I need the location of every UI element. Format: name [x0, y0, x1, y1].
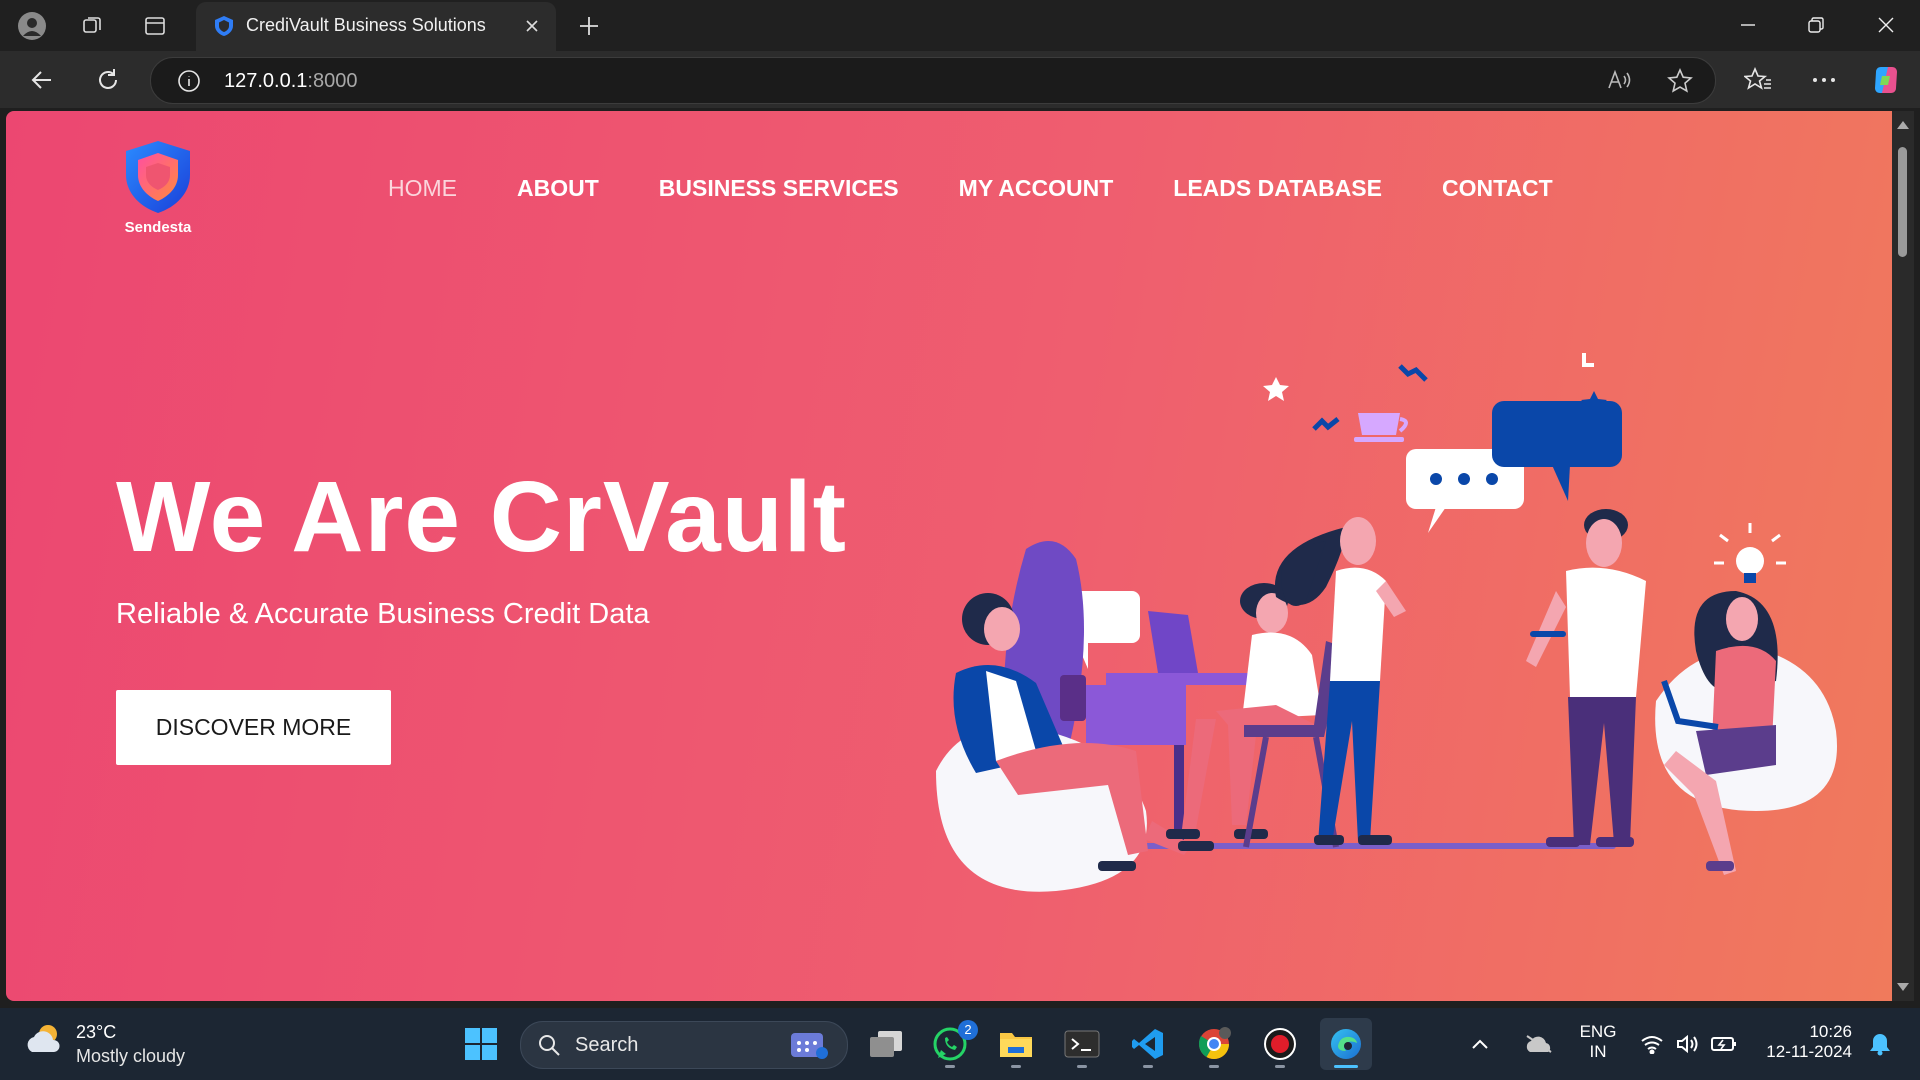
nav-my-account[interactable]: MY ACCOUNT — [959, 175, 1114, 202]
whatsapp-notification-badge: 2 — [958, 1020, 978, 1040]
tab-close-icon[interactable] — [518, 12, 546, 40]
browser-title-bar: CrediVault Business Solutions — [0, 0, 1920, 51]
minimize-icon[interactable] — [1718, 6, 1778, 44]
copilot-icon[interactable] — [1866, 60, 1906, 100]
tab-active[interactable]: CrediVault Business Solutions — [196, 2, 556, 51]
person-at-desk — [1166, 583, 1344, 848]
lightbulb-icon — [1714, 523, 1786, 583]
start-menu-icon[interactable] — [455, 1018, 507, 1070]
language-indicator[interactable]: ENG IN — [1572, 1022, 1624, 1062]
running-indicator — [1077, 1065, 1087, 1068]
notification-bell-icon[interactable] — [1864, 1018, 1896, 1070]
windows-taskbar: 23°C Mostly cloudy Search 2 ENG IN 10:26… — [0, 1008, 1920, 1080]
terminal-icon[interactable] — [1056, 1018, 1108, 1070]
main-navigation: HOME ABOUT BUSINESS SERVICES MY ACCOUNT … — [388, 175, 1613, 202]
running-indicator — [945, 1065, 955, 1068]
more-options-icon[interactable] — [1804, 60, 1844, 100]
tab-title: CrediVault Business Solutions — [246, 15, 486, 35]
clock[interactable]: 10:26 12-11-2024 — [1752, 1022, 1852, 1062]
running-indicator — [1209, 1065, 1219, 1068]
edge-browser-icon[interactable] — [1320, 1018, 1372, 1070]
logo-text: Sendesta — [124, 219, 192, 236]
battery-charging-icon[interactable] — [1708, 1018, 1740, 1070]
hero-subtitle: Reliable & Accurate Business Credit Data — [116, 598, 650, 630]
nav-leads-database[interactable]: LEADS DATABASE — [1173, 175, 1382, 202]
running-indicator — [1143, 1065, 1153, 1068]
new-tab-icon[interactable] — [573, 10, 605, 42]
browser-toolbar: 127.0.0.1:8000 — [0, 51, 1920, 108]
back-arrow-icon[interactable] — [22, 60, 62, 100]
sendesta-logo-icon — [126, 141, 190, 213]
address-bar[interactable]: 127.0.0.1:8000 — [150, 57, 1716, 104]
profile-avatar-icon[interactable] — [16, 10, 48, 42]
show-hidden-icons-icon[interactable] — [1464, 1018, 1496, 1070]
favorite-star-icon[interactable] — [1667, 68, 1693, 99]
weather-description: Mostly cloudy — [76, 1046, 186, 1066]
workspaces-icon[interactable] — [76, 10, 108, 42]
shield-favicon-icon — [212, 14, 236, 43]
weather-widget[interactable]: 23°C Mostly cloudy — [24, 1022, 185, 1066]
active-indicator — [1334, 1065, 1358, 1068]
close-window-icon[interactable] — [1856, 6, 1916, 44]
scroll-down-arrow-icon[interactable] — [1897, 983, 1909, 991]
onedrive-offline-icon[interactable] — [1512, 1018, 1566, 1070]
volume-icon[interactable] — [1672, 1018, 1704, 1070]
file-explorer-icon[interactable] — [990, 1018, 1042, 1070]
nav-about[interactable]: ABOUT — [517, 175, 599, 202]
site-info-icon[interactable] — [177, 69, 201, 98]
nav-contact[interactable]: CONTACT — [1442, 175, 1553, 202]
favorites-icon[interactable] — [1738, 60, 1778, 100]
site-logo[interactable]: Sendesta — [120, 137, 196, 237]
weather-temperature: 23°C — [76, 1022, 117, 1042]
coffee-cup-icon — [1354, 413, 1408, 442]
restore-icon[interactable] — [1786, 6, 1846, 44]
vscode-icon[interactable] — [1122, 1018, 1174, 1070]
running-indicator — [1275, 1065, 1285, 1068]
hero-title: We Are CrVault — [116, 461, 847, 573]
running-indicator — [1011, 1065, 1021, 1068]
cloudy-weather-icon — [27, 1025, 60, 1052]
wifi-icon[interactable] — [1636, 1018, 1668, 1070]
read-aloud-icon[interactable] — [1607, 68, 1633, 97]
taskbar-search[interactable]: Search — [520, 1021, 848, 1069]
screen-recorder-icon[interactable] — [1254, 1018, 1306, 1070]
url-text[interactable]: 127.0.0.1:8000 — [224, 70, 357, 93]
reload-icon[interactable] — [88, 60, 128, 100]
chrome-icon[interactable] — [1188, 1018, 1240, 1070]
task-view-icon[interactable] — [860, 1018, 912, 1070]
scroll-up-arrow-icon[interactable] — [1897, 121, 1909, 129]
nav-business-services[interactable]: BUSINESS SERVICES — [659, 175, 899, 202]
team-collaboration-illustration — [936, 353, 1837, 892]
whatsapp-icon[interactable]: 2 — [924, 1018, 978, 1070]
decoration-stars — [1263, 377, 1289, 401]
person-standing-man — [1526, 509, 1646, 847]
tab-actions-icon[interactable] — [139, 10, 171, 42]
search-label: Search — [575, 1034, 639, 1056]
scroll-thumb[interactable] — [1898, 147, 1907, 257]
nav-home[interactable]: HOME — [388, 175, 457, 202]
hero-section: Sendesta HOME ABOUT BUSINESS SERVICES MY… — [6, 111, 1892, 1001]
page-scrollbar[interactable] — [1892, 111, 1914, 1001]
discover-more-button[interactable]: DISCOVER MORE — [116, 690, 391, 765]
calendar-highlight-icon — [789, 1029, 829, 1066]
search-icon — [537, 1033, 561, 1062]
